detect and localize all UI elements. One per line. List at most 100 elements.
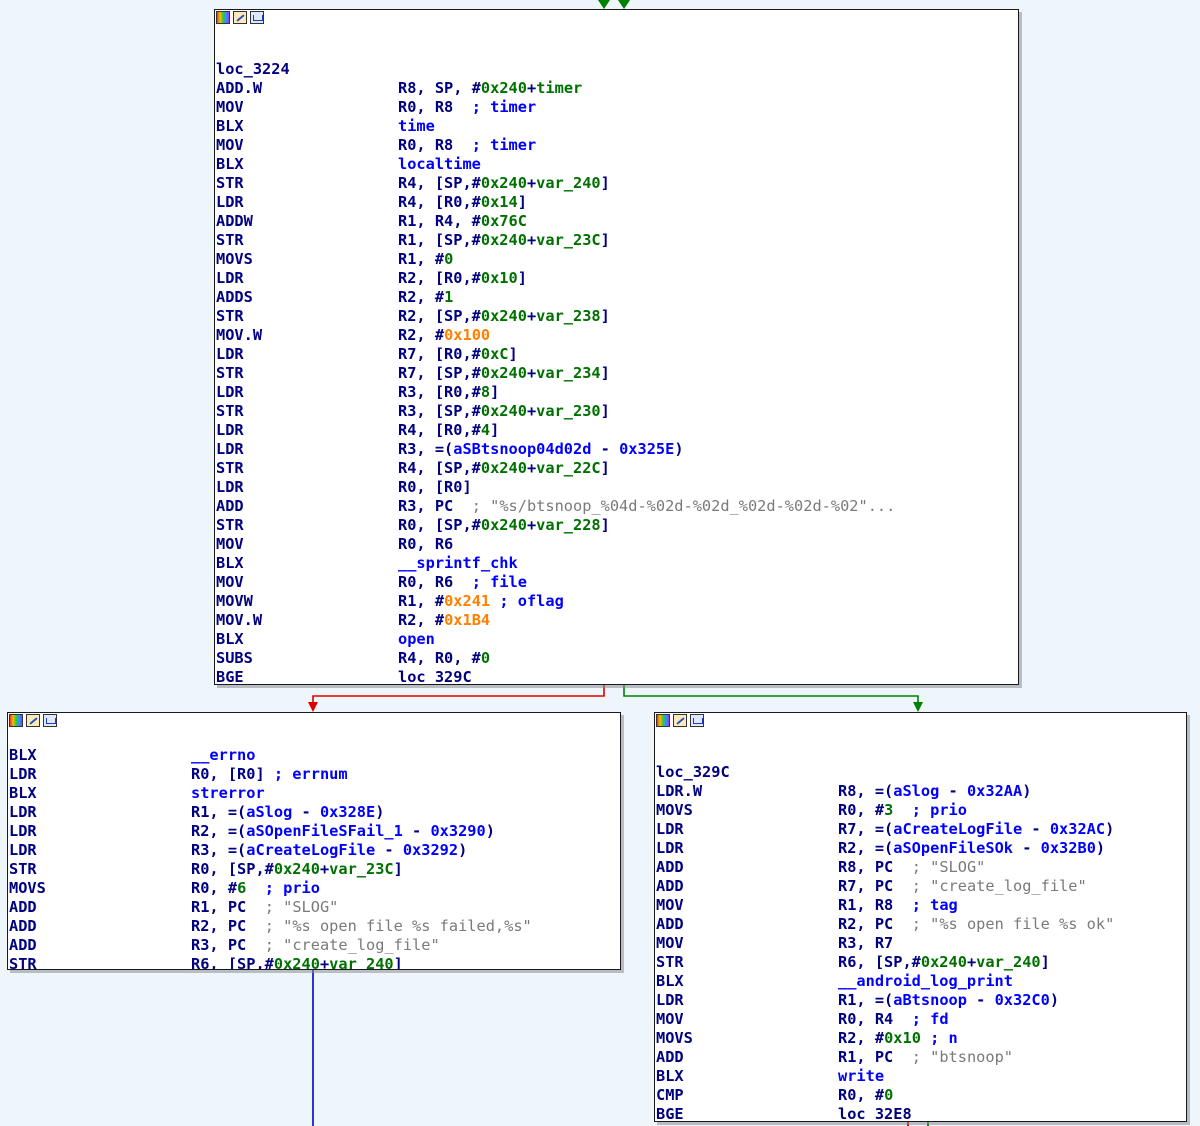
operand-token[interactable]: var_238 [536, 307, 600, 325]
edit-pencil-icon[interactable] [233, 11, 247, 24]
instruction-line[interactable]: ADD R2, PC ; "%s open file %s ok" [655, 915, 1186, 934]
symbol-reference[interactable]: aBtsnoop [893, 991, 967, 1009]
instruction-line[interactable]: LDR R3, [R0,#8] [215, 383, 1018, 402]
instruction-line[interactable]: STR R6, [SP,#0x240+var_240] [8, 955, 620, 969]
instruction-line[interactable]: SUBS R4, R0, #0 [215, 649, 1018, 668]
instruction-line[interactable]: MOV.W R2, #0x1B4 [215, 611, 1018, 630]
operand-token[interactable]: var_240 [329, 955, 393, 969]
symbol-reference[interactable]: __sprintf_chk [398, 554, 518, 572]
code-block-errno-path[interactable]: BLX __errno LDR R0, [R0] ; errnum BLX strerro… [7, 712, 621, 970]
instruction-line[interactable]: BGE loc_329C [215, 668, 1018, 684]
operand-token[interactable]: var_23C [536, 231, 600, 249]
color-palette-icon[interactable] [656, 714, 670, 727]
symbol-reference[interactable]: 0x32C0 [995, 991, 1050, 1009]
symbol-reference[interactable]: 0x32AC [1050, 820, 1105, 838]
symbol-reference[interactable]: aSlog [246, 803, 292, 821]
symbol-reference[interactable]: 0x3290 [430, 822, 485, 840]
symbol-reference[interactable]: 0x328E [320, 803, 375, 821]
instruction-line[interactable]: BGE loc_32E8 [655, 1105, 1186, 1121]
operand-token[interactable]: var_240 [976, 953, 1040, 971]
operand-token[interactable]: var_228 [536, 516, 600, 534]
operand-token[interactable]: var_23C [329, 860, 393, 878]
symbol-reference[interactable]: 0x3292 [403, 841, 458, 859]
instruction-line[interactable]: ADD R3, PC ; "%s/btsnoop_%04d-%02d-%02d_%… [215, 497, 1018, 516]
instruction-line[interactable]: STR R0, [SP,#0x240+var_228] [215, 516, 1018, 535]
instruction-line[interactable]: ADD R1, PC ; "SLOG" [8, 898, 620, 917]
instruction-line[interactable]: ADD R1, PC ; "btsnoop" [655, 1048, 1186, 1067]
graph-overview-icon[interactable] [690, 714, 704, 727]
code-block-loc-3224[interactable]: loc_3224 ADD.W R8, SP, #0x240+timer MOV R0, … [214, 9, 1019, 685]
instruction-line[interactable]: STR R6, [SP,#0x240+var_240] [655, 953, 1186, 972]
instruction-line[interactable]: ADD R8, PC ; "SLOG" [655, 858, 1186, 877]
instruction-line[interactable]: CMP R0, #0 [655, 1086, 1186, 1105]
edit-pencil-icon[interactable] [673, 714, 687, 727]
instruction-line[interactable]: LDR R7, [R0,#0xC] [215, 345, 1018, 364]
instruction-line[interactable]: LDR.W R8, =(aSlog - 0x32AA) [655, 782, 1186, 801]
code-block-loc-329c[interactable]: loc_329C LDR.W R8, =(aSlog - 0x32AA) MOVS R0… [654, 712, 1187, 1122]
instruction-line[interactable]: BLX time [215, 117, 1018, 136]
symbol-reference[interactable]: aSlog [893, 782, 939, 800]
edit-pencil-icon[interactable] [26, 714, 40, 727]
instruction-line[interactable]: MOV R0, R6 ; file [215, 573, 1018, 592]
operand-token[interactable]: var_22C [536, 459, 600, 477]
instruction-line[interactable]: LDR R2, =(aSOpenFileSOk - 0x32B0) [655, 839, 1186, 858]
symbol-reference[interactable]: 0x32B0 [1041, 839, 1096, 857]
instruction-line[interactable]: STR R1, [SP,#0x240+var_23C] [215, 231, 1018, 250]
instruction-line[interactable]: MOVW R1, #0x241 ; oflag [215, 592, 1018, 611]
instruction-line[interactable]: STR R2, [SP,#0x240+var_238] [215, 307, 1018, 326]
symbol-reference[interactable]: 0x325E [619, 440, 674, 458]
instruction-line[interactable]: ADD R7, PC ; "create_log_file" [655, 877, 1186, 896]
symbol-reference[interactable]: 0x32AA [967, 782, 1022, 800]
instruction-line[interactable]: MOVS R2, #0x10 ; n [655, 1029, 1186, 1048]
instruction-line[interactable]: ADD R3, PC ; "create_log_file" [8, 936, 620, 955]
location-label[interactable]: loc_329C [656, 763, 730, 782]
block-label[interactable]: loc_329C [655, 763, 1186, 782]
instruction-line[interactable]: LDR R0, [R0] ; errnum [8, 765, 620, 784]
instruction-line[interactable]: ADD R2, PC ; "%s open file %s failed,%s" [8, 917, 620, 936]
operand-token[interactable]: timer [536, 79, 582, 97]
symbol-reference[interactable]: time [398, 117, 435, 135]
instruction-line[interactable]: BLX __android_log_print [655, 972, 1186, 991]
instruction-line[interactable]: LDR R1, =(aBtsnoop - 0x32C0) [655, 991, 1186, 1010]
symbol-reference[interactable]: write [838, 1067, 884, 1085]
operand-token[interactable]: var_230 [536, 402, 600, 420]
instruction-line[interactable]: MOV R0, R8 ; timer [215, 136, 1018, 155]
instruction-line[interactable]: LDR R0, [R0] [215, 478, 1018, 497]
instruction-line[interactable]: BLX __errno [8, 746, 620, 765]
instruction-line[interactable]: MOV R0, R4 ; fd [655, 1010, 1186, 1029]
instruction-line[interactable]: MOV R0, R8 ; timer [215, 98, 1018, 117]
instruction-line[interactable]: STR R3, [SP,#0x240+var_230] [215, 402, 1018, 421]
instruction-line[interactable]: ADD.W R8, SP, #0x240+timer [215, 79, 1018, 98]
instruction-line[interactable]: LDR R1, =(aSlog - 0x328E) [8, 803, 620, 822]
graph-overview-icon[interactable] [43, 714, 57, 727]
operand-token[interactable]: var_234 [536, 364, 600, 382]
instruction-line[interactable]: LDR R3, =(aSBtsnoop04d02d - 0x325E) [215, 440, 1018, 459]
instruction-line[interactable]: BLX localtime [215, 155, 1018, 174]
symbol-reference[interactable]: aSOpenFileSFail_1 [246, 822, 403, 840]
symbol-reference[interactable]: aSBtsnoop04d02d [453, 440, 591, 458]
color-palette-icon[interactable] [9, 714, 23, 727]
symbol-reference[interactable]: __android_log_print [838, 972, 1013, 990]
instruction-line[interactable]: STR R0, [SP,#0x240+var_23C] [8, 860, 620, 879]
instruction-line[interactable]: STR R4, [SP,#0x240+var_22C] [215, 459, 1018, 478]
instruction-line[interactable]: MOV R1, R8 ; tag [655, 896, 1186, 915]
instruction-line[interactable]: LDR R4, [R0,#4] [215, 421, 1018, 440]
instruction-line[interactable]: BLX strerror [8, 784, 620, 803]
instruction-line[interactable]: MOV R3, R7 [655, 934, 1186, 953]
instruction-line[interactable]: LDR R3, =(aCreateLogFile - 0x3292) [8, 841, 620, 860]
instruction-line[interactable]: MOVS R0, #3 ; prio [655, 801, 1186, 820]
instruction-line[interactable]: BLX open [215, 630, 1018, 649]
instruction-line[interactable]: STR R7, [SP,#0x240+var_234] [215, 364, 1018, 383]
instruction-line[interactable]: BLX write [655, 1067, 1186, 1086]
instruction-line[interactable]: MOV.W R2, #0x100 [215, 326, 1018, 345]
operand-token[interactable]: var_240 [536, 174, 600, 192]
instruction-line[interactable]: LDR R4, [R0,#0x14] [215, 193, 1018, 212]
instruction-line[interactable]: BLX __sprintf_chk [215, 554, 1018, 573]
instruction-line[interactable]: LDR R2, =(aSOpenFileSFail_1 - 0x3290) [8, 822, 620, 841]
block-label[interactable]: loc_3224 [215, 60, 1018, 79]
location-label[interactable]: loc_3224 [216, 60, 290, 79]
symbol-reference[interactable]: open [398, 630, 435, 648]
instruction-line[interactable]: MOVS R0, #6 ; prio [8, 879, 620, 898]
color-palette-icon[interactable] [216, 11, 230, 24]
symbol-reference[interactable]: __errno [191, 746, 255, 764]
